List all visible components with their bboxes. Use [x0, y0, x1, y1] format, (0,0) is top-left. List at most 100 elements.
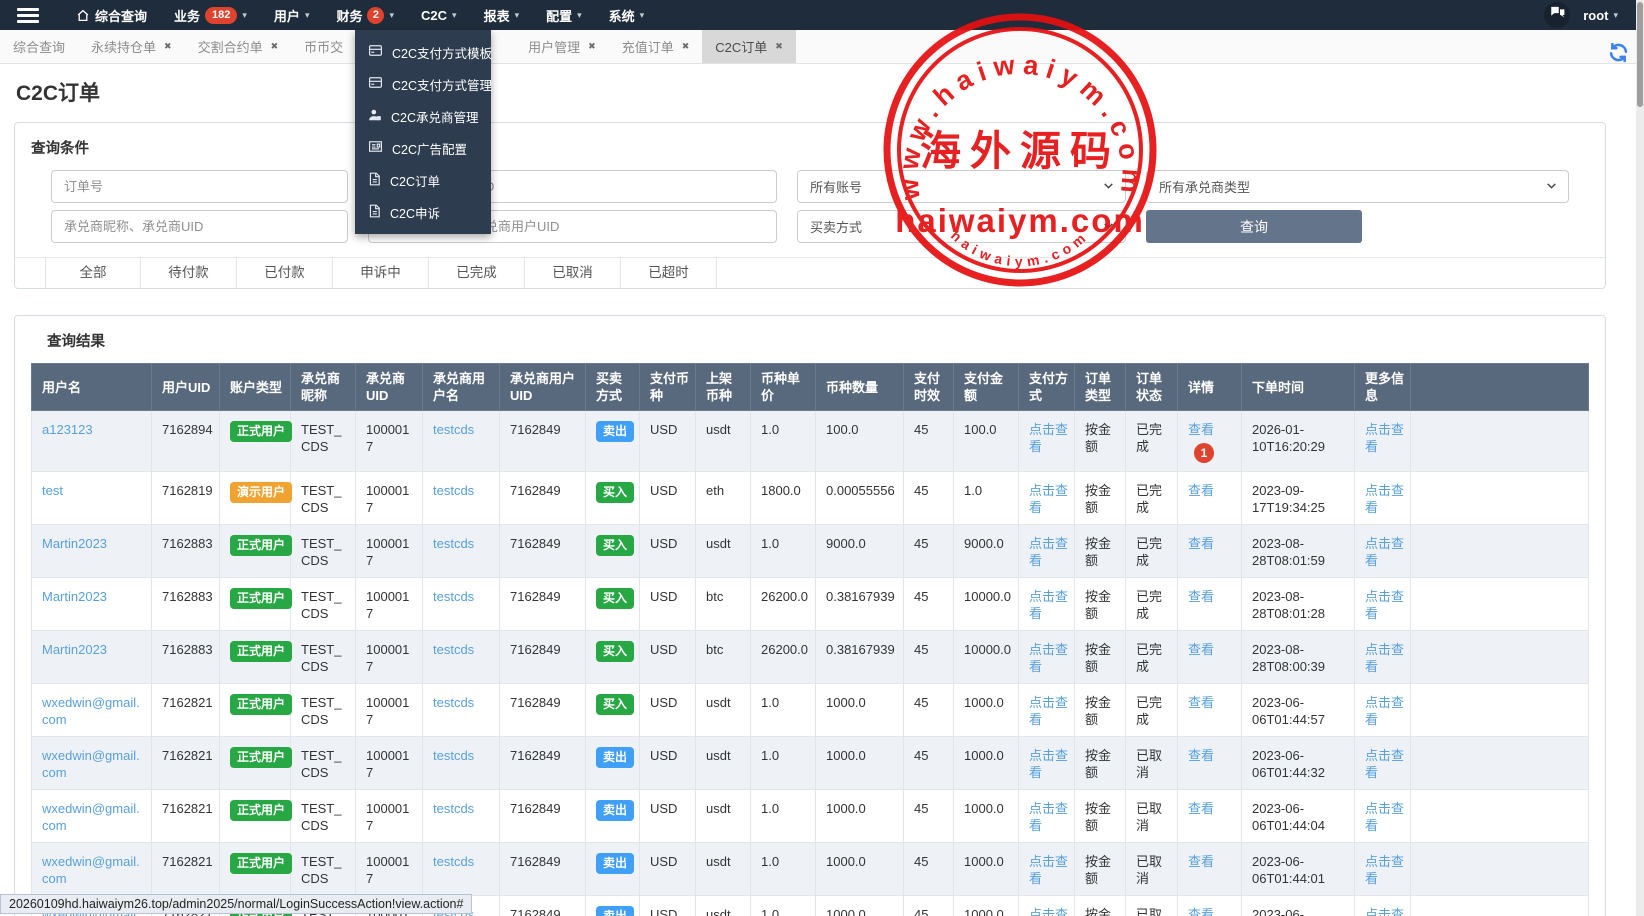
cell-pay-method-link[interactable]: 点击查看: [1029, 422, 1068, 454]
close-icon[interactable]: ✖: [775, 41, 783, 52]
cell-detail-link[interactable]: 查看: [1188, 589, 1214, 604]
cell-pay-method-link[interactable]: 点击查看: [1029, 695, 1068, 727]
cell-detail-link[interactable]: 查看: [1188, 695, 1214, 710]
cell-unit-price: 1.0: [750, 895, 816, 916]
cell-more-info-link[interactable]: 点击查看: [1365, 907, 1404, 916]
nav-item-business[interactable]: 业务 182 ▾: [174, 6, 247, 25]
status-tab-all[interactable]: 全部: [45, 258, 141, 288]
cell-merchant-user-link[interactable]: testcds: [433, 801, 474, 816]
cell-more-info-link[interactable]: 点击查看: [1365, 536, 1404, 568]
menu-item-pay-template[interactable]: C2C支付方式模板: [355, 36, 492, 68]
close-icon[interactable]: ✖: [271, 41, 279, 52]
cell-merchant-user-link[interactable]: testcds: [433, 589, 474, 604]
cell-username-link[interactable]: wxedwin@gmail.com: [42, 801, 140, 833]
cell-merchant-user-link[interactable]: testcds: [433, 536, 474, 551]
nav-item-c2c[interactable]: C2C ▾: [421, 8, 457, 23]
cell-pay-method-link[interactable]: 点击查看: [1029, 801, 1068, 833]
tab-perpetual[interactable]: 永续持仓单 ✖: [78, 30, 185, 63]
merchant-input[interactable]: [51, 210, 348, 243]
cell-pay-method-link[interactable]: 点击查看: [1029, 854, 1068, 886]
cell-more-info-link[interactable]: 点击查看: [1365, 589, 1404, 621]
status-tab-paid[interactable]: 已付款: [237, 258, 333, 288]
messages-button[interactable]: [1544, 2, 1571, 28]
cell-username-link[interactable]: wxedwin@gmail.com: [42, 695, 140, 727]
cell-pay-method-link[interactable]: 点击查看: [1029, 907, 1068, 916]
tab-c2c-orders[interactable]: C2C订单 ✖: [702, 30, 796, 63]
menu-item-appeals[interactable]: C2C申诉: [355, 196, 491, 228]
cell-merchant-user-link[interactable]: testcds: [433, 695, 474, 710]
trade-type-select[interactable]: 买卖方式: [797, 210, 1126, 243]
cell-username-link[interactable]: a123123: [42, 422, 93, 437]
tab-dashboard[interactable]: 综合查询: [0, 30, 78, 63]
cell-username-link[interactable]: wxedwin@gmail.com: [42, 854, 140, 886]
merchant-type-select[interactable]: 所有承兑商类型: [1146, 170, 1569, 203]
cell-detail-link[interactable]: 查看: [1188, 642, 1214, 657]
close-icon[interactable]: ✖: [588, 41, 596, 52]
cell-coin-amount: 100.0: [815, 410, 904, 472]
cell-order-type: 按金额: [1074, 736, 1126, 790]
cell-merchant-user-link[interactable]: testcds: [433, 748, 474, 763]
cell-merchant-user-link[interactable]: testcds: [433, 422, 474, 437]
cell-detail-link[interactable]: 查看: [1188, 748, 1214, 763]
menu-item-merchant-manage[interactable]: C2C承兑商管理: [355, 100, 491, 132]
nav-item-users[interactable]: 用户 ▾: [274, 6, 310, 25]
cell-merchant-user-link[interactable]: testcds: [433, 483, 474, 498]
status-tab-timeout[interactable]: 已超时: [621, 258, 717, 288]
cell-more-info-link[interactable]: 点击查看: [1365, 854, 1404, 886]
tab-delivery[interactable]: 交割合约单 ✖: [185, 30, 292, 63]
refresh-icon[interactable]: [1608, 42, 1629, 68]
cell-more-info-link[interactable]: 点击查看: [1365, 483, 1404, 515]
cell-pay-method-link[interactable]: 点击查看: [1029, 483, 1068, 515]
cell-username-link[interactable]: test: [42, 483, 63, 498]
scrollbar-track[interactable]: [1636, 0, 1644, 916]
cell-username-link[interactable]: Martin2023: [42, 536, 107, 551]
cell-more-info-link[interactable]: 点击查看: [1365, 642, 1404, 674]
close-icon[interactable]: ✖: [164, 41, 172, 52]
cell-account-type: 正式用户: [219, 683, 293, 737]
nav-item-config[interactable]: 配置 ▾: [546, 6, 582, 25]
cell-detail-link[interactable]: 查看: [1188, 483, 1214, 498]
search-button[interactable]: 查询: [1146, 210, 1362, 243]
account-select[interactable]: 所有账号: [797, 170, 1126, 203]
cell-order-time: 2023-09-17T19:34:25: [1241, 471, 1355, 525]
cell-empty: [1410, 630, 1589, 684]
cell-pay-method-link[interactable]: 点击查看: [1029, 748, 1068, 780]
nav-item-system[interactable]: 系统 ▾: [609, 6, 645, 25]
hamburger-menu-icon[interactable]: [0, 0, 56, 30]
cell-pay-method-link[interactable]: 点击查看: [1029, 589, 1068, 621]
cell-more-info-link[interactable]: 点击查看: [1365, 801, 1404, 833]
cell-merchant-uid: 1000017: [355, 789, 423, 843]
nav-item-reports[interactable]: 报表 ▾: [484, 6, 520, 25]
status-tab-appealing[interactable]: 申诉中: [333, 258, 429, 288]
status-tab-completed[interactable]: 已完成: [429, 258, 525, 288]
cell-detail-link[interactable]: 查看: [1188, 854, 1214, 869]
cell-username-link[interactable]: Martin2023: [42, 642, 107, 657]
status-tab-cancelled[interactable]: 已取消: [525, 258, 621, 288]
cell-pay-method-link[interactable]: 点击查看: [1029, 536, 1068, 568]
close-icon[interactable]: ✖: [682, 41, 690, 52]
cell-detail-link[interactable]: 查看: [1188, 801, 1214, 816]
cell-username-link[interactable]: Martin2023: [42, 589, 107, 604]
cell-pay-amount: 1.0: [953, 471, 1019, 525]
scrollbar-thumb[interactable]: [1637, 2, 1643, 107]
cell-more-info-link[interactable]: 点击查看: [1365, 422, 1404, 454]
cell-detail-link[interactable]: 查看: [1188, 536, 1214, 551]
cell-more-info-link[interactable]: 点击查看: [1365, 695, 1404, 727]
user-menu[interactable]: root ▾: [1583, 8, 1618, 23]
order-no-input[interactable]: [51, 170, 348, 203]
menu-item-pay-manage[interactable]: C2C支付方式管理: [355, 68, 492, 100]
cell-more-info-link[interactable]: 点击查看: [1365, 748, 1404, 780]
cell-username-link[interactable]: wxedwin@gmail.com: [42, 748, 140, 780]
status-tab-pending-payment[interactable]: 待付款: [141, 258, 237, 288]
cell-pay-method-link[interactable]: 点击查看: [1029, 642, 1068, 674]
cell-detail-link[interactable]: 查看: [1188, 422, 1214, 437]
tab-recharge[interactable]: 充值订单 ✖: [609, 30, 703, 63]
menu-item-ad-config[interactable]: C2C广告配置: [355, 132, 491, 164]
cell-merchant-user-link[interactable]: testcds: [433, 642, 474, 657]
cell-detail-link[interactable]: 查看: [1188, 907, 1214, 916]
tab-user-manage[interactable]: 用户管理 ✖: [515, 30, 609, 63]
nav-item-dashboard[interactable]: 综合查询: [76, 6, 147, 25]
nav-item-finance[interactable]: 财务 2 ▾: [336, 6, 394, 25]
menu-item-orders[interactable]: C2C订单: [355, 164, 491, 196]
cell-merchant-user-link[interactable]: testcds: [433, 854, 474, 869]
